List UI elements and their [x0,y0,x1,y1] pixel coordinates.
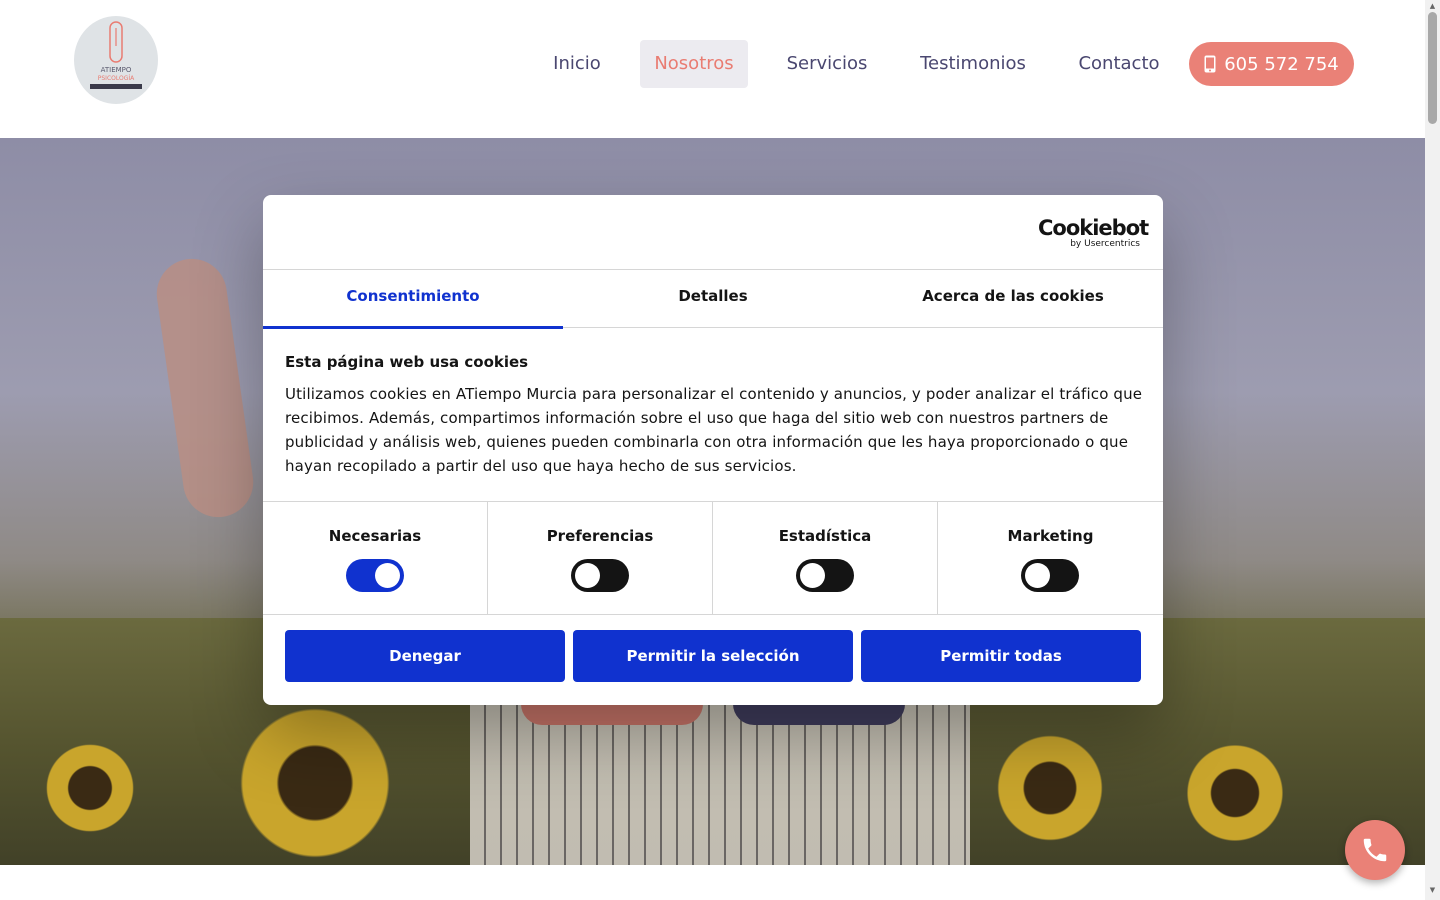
call-floating-button[interactable] [1345,820,1405,880]
toggle-knob [575,563,600,588]
cookiebot-logo[interactable]: Cookiebot by Usercentrics [1038,216,1149,249]
site-logo[interactable]: ATIEMPO PSICOLOGÍA [74,16,158,104]
mobile-phone-icon [1204,55,1216,73]
category-preferencias: Preferencias [488,502,713,614]
sunflower-image [1180,738,1290,848]
category-label: Necesarias [328,527,422,545]
dialog-header: Cookiebot by Usercentrics [263,195,1163,270]
phone-number: 605 572 754 [1224,53,1339,75]
toggle-knob [800,563,825,588]
cookie-categories: Necesarias Preferencias Estadística Mark… [263,501,1163,615]
allow-all-button[interactable]: Permitir todas [861,630,1141,682]
category-marketing: Marketing [938,502,1163,614]
dialog-buttons: Denegar Permitir la selección Permitir t… [285,630,1141,682]
nav-nosotros[interactable]: Nosotros [640,40,748,88]
dialog-body-text: Utilizamos cookies en ATiempo Murcia par… [285,385,1143,475]
category-estadistica: Estadística [713,502,938,614]
scrollbar-thumb[interactable] [1428,12,1437,124]
sunflower-image [40,738,140,838]
allow-selection-button[interactable]: Permitir la selección [573,630,853,682]
cookiebot-brand: Cookiebot [1038,216,1149,240]
phone-button[interactable]: 605 572 754 [1189,42,1354,86]
nav-contacto[interactable]: Contacto [1066,40,1172,88]
logo-line2: PSICOLOGÍA [98,75,135,82]
dialog-title: Esta página web usa cookies [285,353,529,371]
sunflower-image [990,728,1110,848]
page-below-hero [0,865,1425,900]
category-label: Preferencias [546,527,654,545]
dialog-tabs: Consentimiento Detalles Acerca de las co… [263,270,1163,329]
toggle-estadistica[interactable] [796,559,854,592]
tab-detalles[interactable]: Detalles [563,270,863,328]
category-necesarias: Necesarias [263,502,488,614]
page-scrollbar[interactable]: ▲ ▼ [1425,0,1440,900]
category-label: Marketing [1007,527,1094,545]
deny-button[interactable]: Denegar [285,630,565,682]
hero-person-arm [152,254,258,522]
nav-testimonios[interactable]: Testimonios [906,40,1040,88]
tab-acerca-de-las-cookies[interactable]: Acerca de las cookies [863,270,1163,328]
phone-handset-icon [1363,838,1387,862]
site-header: ATIEMPO PSICOLOGÍA Inicio Nosotros Servi… [0,0,1425,138]
scroll-down-arrow-icon[interactable]: ▼ [1428,886,1437,894]
cookie-consent-dialog: Cookiebot by Usercentrics Consentimiento… [263,195,1163,705]
cookiebot-brand-sub: by Usercentrics [1070,239,1140,249]
toggle-necesarias[interactable] [346,559,404,592]
logo-mark-icon: ATIEMPO PSICOLOGÍA [90,21,142,89]
logo-line1: ATIEMPO [101,66,132,74]
sunflower-image [230,698,400,865]
nav-inicio[interactable]: Inicio [540,40,614,88]
nav-servicios[interactable]: Servicios [774,40,880,88]
tab-consentimiento[interactable]: Consentimiento [263,270,563,329]
toggle-marketing[interactable] [1021,559,1079,592]
toggle-knob [1025,563,1050,588]
toggle-knob [375,563,400,588]
scroll-up-arrow-icon[interactable]: ▲ [1428,2,1437,10]
category-label: Estadística [778,527,872,545]
toggle-preferencias[interactable] [571,559,629,592]
